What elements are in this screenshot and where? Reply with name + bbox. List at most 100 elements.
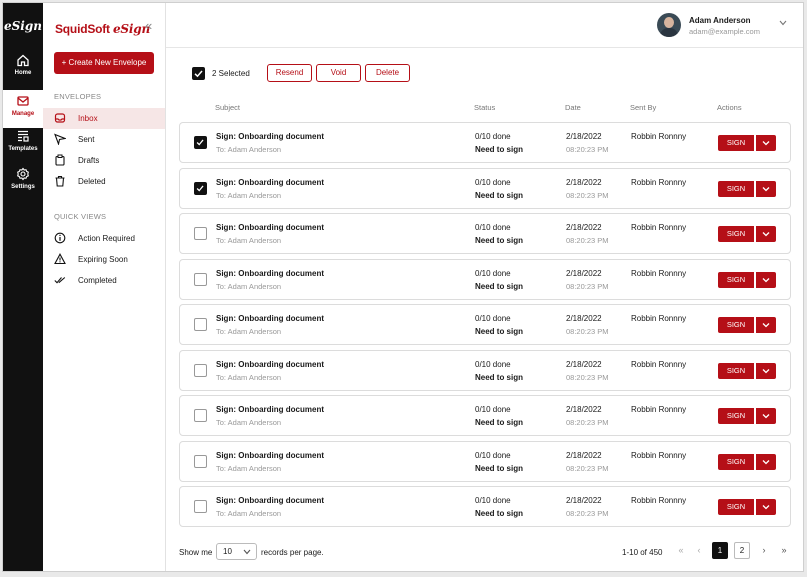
row-checkbox[interactable]	[194, 318, 207, 331]
sidebar-item-inbox[interactable]: Inbox	[43, 108, 165, 129]
row-checkbox[interactable]	[194, 454, 207, 468]
table-row[interactable]: Sign: Onboarding document To: Adam Anders…	[179, 213, 791, 254]
row-subject[interactable]: Sign: Onboarding document	[216, 496, 324, 505]
sign-button[interactable]: SIGN	[718, 180, 754, 197]
sign-button[interactable]: SIGN	[718, 453, 754, 470]
row-time: 08:20:23 PM	[566, 190, 609, 200]
rail-label-templates: Templates	[8, 146, 38, 152]
sign-options-button[interactable]	[756, 317, 776, 333]
row-checkbox[interactable]	[194, 272, 207, 286]
send-icon	[54, 133, 66, 145]
sign-options-button[interactable]	[756, 499, 776, 515]
rail-item-settings[interactable]: Settings	[3, 167, 43, 205]
show-me-label: Show me	[179, 548, 213, 557]
row-checkbox[interactable]	[194, 500, 207, 513]
records-per-page-select[interactable]: 10	[216, 543, 257, 560]
prev-page-icon[interactable]: ‹	[693, 542, 705, 559]
delete-button[interactable]: Delete	[365, 64, 410, 82]
table-row[interactable]: Sign: Onboarding document To: Adam Anders…	[179, 258, 791, 300]
sidebar-item-sent[interactable]: Sent	[43, 129, 165, 150]
row-sent-by: Robbin Ronnny	[631, 132, 687, 141]
user-menu[interactable]: Adam Anderson adam@example.com	[657, 13, 787, 41]
sign-options-button[interactable]	[756, 362, 776, 379]
row-checkbox[interactable]	[194, 136, 207, 149]
row-subject[interactable]: Sign: Onboarding document	[216, 314, 324, 323]
sign-button[interactable]: SIGN	[718, 499, 754, 515]
selected-count: 2 Selected	[212, 69, 250, 78]
user-email: adam@example.com	[689, 27, 760, 36]
sign-options-button[interactable]	[756, 271, 776, 288]
chevron-down-icon	[762, 141, 770, 146]
rail-item-home[interactable]: Home	[3, 53, 43, 91]
column-header-actions: Actions	[717, 103, 742, 112]
table-row[interactable]: Sign: Onboarding document To: Adam Anders…	[179, 440, 791, 482]
row-subject[interactable]: Sign: Onboarding document	[216, 269, 324, 278]
row-progress: 0/10 done	[475, 177, 511, 187]
column-header-subject: Subject	[215, 103, 241, 112]
row-subject[interactable]: Sign: Onboarding document	[216, 132, 324, 141]
sign-options-button[interactable]	[756, 453, 776, 470]
sign-button[interactable]: SIGN	[718, 226, 754, 242]
quick-view-expiring-soon[interactable]: Expiring Soon	[43, 249, 165, 270]
row-checkbox[interactable]	[194, 363, 207, 377]
table-row[interactable]: Sign: Onboarding document To: Adam Anders…	[179, 167, 791, 209]
row-time: 08:20:23 PM	[566, 327, 609, 336]
row-status: Need to sign	[475, 372, 524, 382]
warning-icon	[54, 253, 66, 265]
void-button[interactable]: Void	[316, 64, 361, 82]
row-date: 2/18/2022	[566, 268, 602, 278]
row-recipient: To: Adam Anderson	[216, 190, 282, 200]
sidebar-item-deleted[interactable]: Deleted	[43, 171, 165, 192]
row-checkbox[interactable]	[194, 181, 207, 195]
collapse-sidebar-icon[interactable]: «	[145, 18, 152, 33]
row-subject[interactable]: Sign: Onboarding document	[216, 451, 324, 460]
sign-options-button[interactable]	[756, 135, 776, 151]
rail-label-manage: Manage	[11, 111, 35, 117]
sign-button[interactable]: SIGN	[718, 135, 754, 151]
table-row[interactable]: Sign: Onboarding document To: Adam Anders…	[179, 122, 791, 163]
sign-button[interactable]: SIGN	[718, 362, 754, 379]
resend-button[interactable]: Resend	[267, 64, 312, 82]
drafts-icon	[55, 154, 65, 166]
header-divider	[166, 47, 803, 48]
page-1-button[interactable]: 1	[712, 542, 728, 559]
row-subject[interactable]: Sign: Onboarding document	[216, 178, 324, 187]
rail-item-manage[interactable]: Manage	[3, 90, 43, 128]
sign-options-button[interactable]	[756, 180, 776, 197]
last-page-icon[interactable]: »	[778, 542, 790, 559]
first-page-icon[interactable]: «	[675, 542, 687, 559]
row-checkbox[interactable]	[194, 227, 207, 240]
table-row[interactable]: Sign: Onboarding document To: Adam Anders…	[179, 486, 791, 527]
row-subject[interactable]: Sign: Onboarding document	[216, 360, 324, 369]
sidebar-item-drafts[interactable]: Drafts	[43, 150, 165, 171]
row-subject[interactable]: Sign: Onboarding document	[216, 223, 324, 232]
column-header-date: Date	[565, 103, 581, 112]
table-row[interactable]: Sign: Onboarding document To: Adam Anders…	[179, 395, 791, 436]
sidebar-label-sent: Sent	[78, 135, 95, 144]
quick-view-action-required[interactable]: Action Required	[43, 228, 165, 249]
quick-view-completed[interactable]: Completed	[43, 270, 165, 291]
rail-item-templates[interactable]: Templates	[3, 129, 43, 167]
row-date: 2/18/2022	[566, 132, 602, 141]
create-envelope-button[interactable]: + Create New Envelope	[54, 52, 154, 74]
page-2-button[interactable]: 2	[734, 542, 750, 559]
quick-view-label-action-required: Action Required	[78, 234, 135, 243]
sign-options-button[interactable]	[756, 226, 776, 242]
table-row[interactable]: Sign: Onboarding document To: Adam Anders…	[179, 349, 791, 391]
chevron-down-icon	[762, 277, 770, 282]
column-header-status: Status	[474, 103, 496, 112]
table-row[interactable]: Sign: Onboarding document To: Adam Anders…	[179, 304, 791, 345]
next-page-icon[interactable]: ›	[758, 542, 770, 559]
sign-button[interactable]: SIGN	[718, 271, 754, 288]
row-date: 2/18/2022	[566, 496, 602, 505]
user-name: Adam Anderson	[689, 16, 751, 25]
sign-options-button[interactable]	[756, 408, 776, 424]
row-progress: 0/10 done	[475, 359, 511, 369]
row-subject[interactable]: Sign: Onboarding document	[216, 405, 324, 414]
row-checkbox[interactable]	[194, 409, 207, 422]
select-all-checkbox[interactable]	[192, 67, 205, 80]
sign-button[interactable]: SIGN	[718, 408, 754, 424]
row-date: 2/18/2022	[566, 405, 602, 414]
chevron-down-icon	[762, 368, 770, 373]
sign-button[interactable]: SIGN	[718, 317, 754, 333]
